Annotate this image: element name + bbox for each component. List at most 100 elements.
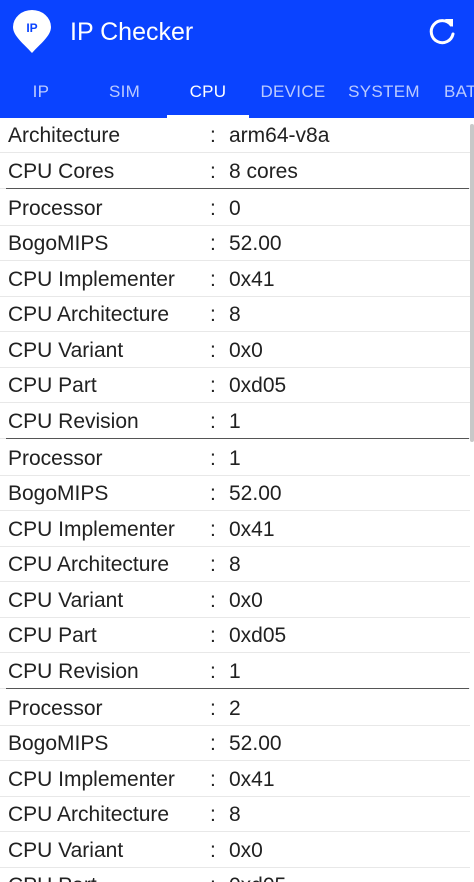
info-key: CPU Variant	[8, 338, 124, 362]
info-row: CPU Variant:0x0	[0, 583, 470, 618]
info-separator-colon: :	[210, 553, 216, 576]
info-key: CPU Implementer	[8, 517, 175, 541]
info-row: BogoMIPS:52.00	[0, 226, 470, 261]
scrollbar[interactable]	[470, 124, 474, 442]
info-row: CPU Architecture:8	[0, 547, 470, 582]
info-value: 0xd05	[229, 374, 287, 397]
info-value: 8 cores	[229, 159, 298, 183]
info-key: CPU Implementer	[8, 767, 175, 791]
info-value: 1	[229, 446, 241, 470]
info-row: BogoMIPS:52.00	[0, 726, 470, 761]
info-key: BogoMIPS	[8, 232, 109, 255]
tab-sim[interactable]: SIM	[82, 70, 167, 118]
info-value: 0xd05	[229, 868, 286, 882]
info-separator-colon: :	[210, 517, 216, 541]
tab-device[interactable]: DEVICE	[249, 70, 337, 118]
info-key: CPU Part	[8, 624, 97, 647]
info-value: 0x0	[229, 588, 263, 612]
info-value: 0xd05	[229, 624, 287, 647]
info-key: CPU Architecture	[8, 303, 170, 326]
info-value: 52.00	[229, 232, 282, 255]
info-row: CPU Cores:8 cores	[0, 154, 470, 189]
info-row: CPU Variant:0x0	[0, 333, 470, 368]
info-separator-colon: :	[210, 838, 216, 862]
info-row: Processor:0	[0, 191, 470, 226]
info-value: 0x41	[229, 767, 275, 791]
app-logo-icon: IP	[13, 10, 51, 53]
info-key: CPU Implementer	[8, 267, 175, 291]
info-separator-colon: :	[210, 338, 216, 362]
app-title: IP Checker	[70, 18, 194, 46]
info-row: CPU Revision:1	[0, 654, 470, 689]
info-value: 0x0	[229, 338, 263, 362]
info-separator-colon: :	[210, 232, 216, 255]
info-row: CPU Part:0xd05	[0, 618, 470, 653]
tab-ip[interactable]: IP	[0, 70, 82, 118]
info-value: 0x41	[229, 517, 275, 541]
info-separator-colon: :	[210, 696, 216, 720]
info-row: CPU Architecture:8	[0, 797, 470, 832]
info-value: 0x0	[229, 838, 263, 862]
info-separator-colon: :	[210, 868, 216, 882]
info-value: 8	[229, 553, 241, 576]
info-value: 8	[229, 803, 241, 826]
cpu-info-list[interactable]: Architecture: arm64-v8a CPU Cores:8 cores P…	[0, 118, 474, 882]
info-separator-colon: :	[210, 303, 216, 326]
info-key: CPU Architecture	[8, 803, 170, 826]
info-value: 0	[229, 196, 241, 220]
info-value: 1	[229, 409, 241, 433]
tab-system[interactable]: SYSTEM	[337, 70, 431, 118]
info-separator-colon: :	[210, 409, 216, 433]
tab-cpu[interactable]: CPU	[167, 70, 249, 118]
info-key: CPU Part	[8, 868, 97, 882]
info-row: CPU Part:0xd05	[0, 368, 470, 403]
info-separator-colon: :	[210, 732, 216, 755]
info-key: CPU Part	[8, 374, 97, 397]
tab-bar: IP SIM CPU DEVICE SYSTEM BAT	[0, 70, 474, 118]
info-separator-colon: :	[210, 124, 216, 147]
info-value: arm64-v8a	[229, 124, 330, 147]
info-key: CPU Architecture	[8, 553, 170, 576]
section-divider	[6, 188, 469, 189]
info-separator-colon: :	[210, 659, 216, 683]
info-separator-colon: :	[210, 624, 216, 647]
info-key: CPU Variant	[8, 588, 124, 612]
info-separator-colon: :	[210, 767, 216, 791]
info-row: CPU Implementer:0x41	[0, 262, 470, 297]
info-separator-colon: :	[210, 267, 216, 291]
info-key: Processor	[8, 696, 103, 720]
info-row: Processor:1	[0, 441, 470, 476]
info-key: Processor	[8, 446, 103, 470]
info-row: CPU Variant:0x0	[0, 833, 470, 868]
info-value: 52.00	[229, 482, 282, 505]
logo-text: IP	[26, 21, 37, 35]
info-key: CPU Revision	[8, 659, 139, 683]
info-value: 2	[229, 696, 241, 720]
info-separator-colon: :	[210, 482, 216, 505]
section-divider	[6, 688, 469, 689]
info-separator-colon: :	[210, 446, 216, 470]
info-value: 8	[229, 303, 241, 326]
info-key: CPU Cores	[8, 159, 115, 183]
info-separator-colon: :	[210, 159, 216, 183]
info-value: 52.00	[229, 732, 282, 755]
section-divider	[6, 438, 469, 439]
info-key: CPU Revision	[8, 409, 139, 433]
app-bar: IP IP Checker IP SIM CPU DEVICE SYSTEM B…	[0, 0, 474, 118]
info-value: 0x41	[229, 267, 275, 291]
info-row: Processor:2	[0, 691, 470, 726]
info-row: CPU Implementer:0x41	[0, 512, 470, 547]
info-key: Architecture	[8, 124, 121, 147]
info-row: CPU Architecture:8	[0, 297, 470, 332]
info-separator-colon: :	[210, 374, 216, 397]
tab-battery[interactable]: BAT	[444, 70, 474, 118]
info-value: 1	[229, 659, 241, 683]
refresh-icon[interactable]	[426, 15, 458, 47]
info-row: CPU Revision:1	[0, 404, 470, 439]
info-row: Architecture: arm64-v8a	[0, 118, 470, 153]
info-row: CPU Part:0xd05	[0, 868, 470, 882]
info-key: Processor	[8, 196, 103, 220]
info-row: BogoMIPS:52.00	[0, 476, 470, 511]
info-separator-colon: :	[210, 803, 216, 826]
info-key: CPU Variant	[8, 838, 124, 862]
